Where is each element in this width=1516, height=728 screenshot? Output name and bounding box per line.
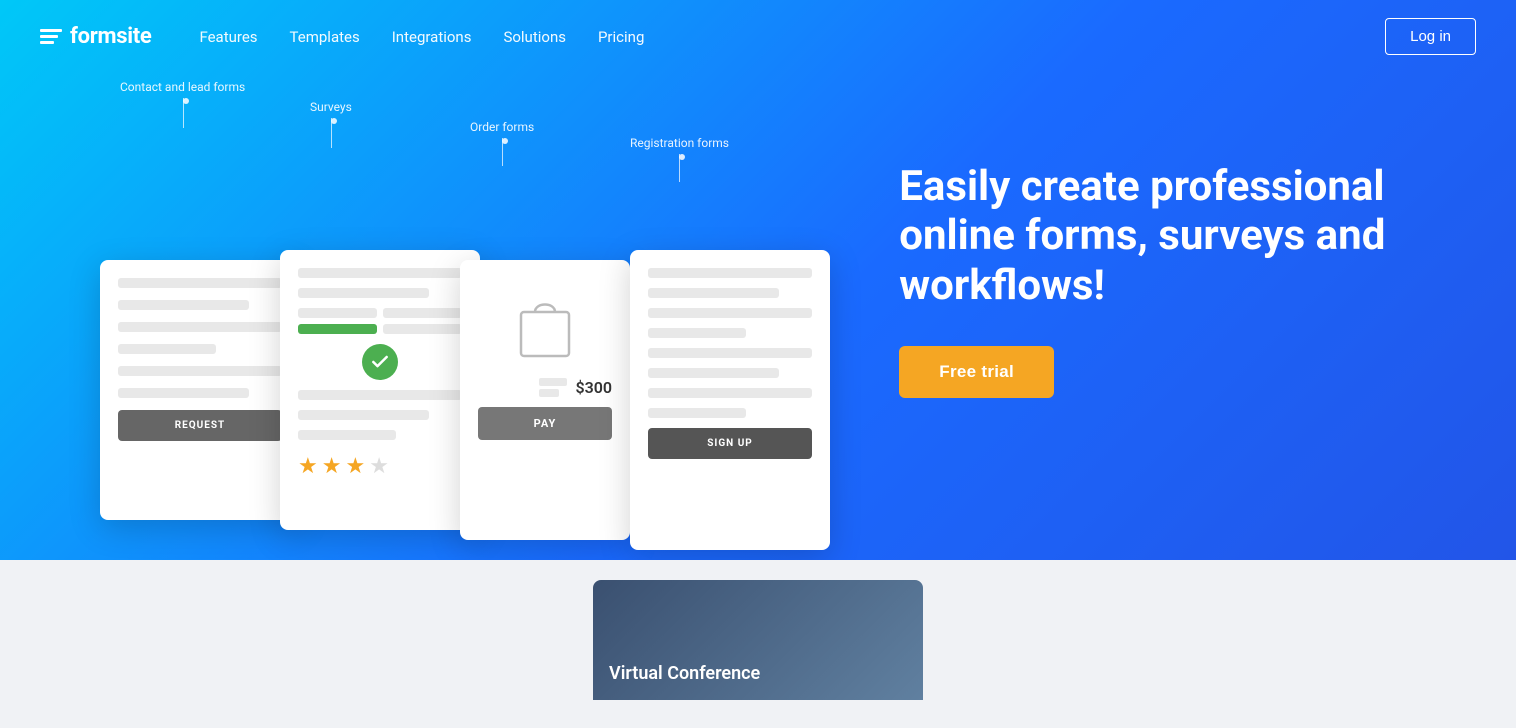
star-4: ★: [369, 454, 389, 479]
card-contact: REQUEST: [100, 260, 300, 520]
label-contact: Contact and lead forms: [120, 80, 245, 100]
forms-container: Contact and lead forms Surveys Order for…: [40, 80, 860, 560]
bag-icon: [510, 286, 580, 366]
conference-card: Virtual Conference: [593, 580, 923, 700]
label-surveys: Surveys: [310, 100, 352, 120]
check-icon: [362, 344, 398, 380]
hero-forms: Contact and lead forms Surveys Order for…: [0, 0, 879, 560]
form-field: [118, 278, 282, 288]
site-header: ​formsite Features Templates Integration…: [0, 0, 1516, 73]
form-field: [648, 368, 779, 378]
form-field: [118, 344, 216, 354]
form-field: [118, 388, 249, 398]
hero-headline: Easily create professional online forms,…: [899, 162, 1456, 311]
card-order: $300 PAY: [460, 260, 630, 540]
signup-button[interactable]: SIGN UP: [648, 428, 812, 459]
logo[interactable]: ​formsite: [40, 24, 151, 49]
card-surveys: ★ ★ ★ ★: [280, 250, 480, 530]
header-actions: Log in: [1385, 18, 1476, 55]
form-field: [298, 430, 396, 440]
form-field: [648, 268, 812, 278]
nav-features[interactable]: Features: [199, 28, 257, 46]
conference-title: Virtual Conference: [609, 663, 760, 684]
form-field: [118, 322, 282, 332]
star-3: ★: [345, 454, 365, 479]
pay-button[interactable]: PAY: [478, 407, 612, 440]
logo-text: ​formsite: [70, 24, 151, 49]
below-hero-section: Virtual Conference: [0, 560, 1516, 728]
logo-icon: [40, 29, 62, 44]
nav-templates[interactable]: Templates: [290, 28, 360, 46]
star-rating: ★ ★ ★ ★: [298, 454, 462, 479]
form-field: [648, 308, 812, 318]
nav-integrations[interactable]: Integrations: [392, 28, 472, 46]
hero-section: Contact and lead forms Surveys Order for…: [0, 0, 1516, 560]
price-row: $300: [478, 378, 612, 397]
form-field: [118, 300, 249, 310]
form-field: [648, 408, 746, 418]
nav-solutions[interactable]: Solutions: [503, 28, 566, 46]
label-order: Order forms: [470, 120, 534, 140]
login-button[interactable]: Log in: [1385, 18, 1476, 55]
form-field: [648, 328, 746, 338]
star-2: ★: [322, 454, 342, 479]
nav-pricing[interactable]: Pricing: [598, 28, 644, 46]
form-field: [298, 390, 462, 400]
form-field: [648, 288, 779, 298]
conference-card-bg: Virtual Conference: [593, 580, 923, 700]
form-field: [298, 288, 429, 298]
label-registration: Registration forms: [630, 136, 729, 156]
hero-content: Easily create professional online forms,…: [879, 162, 1516, 399]
free-trial-button[interactable]: Free trial: [899, 346, 1054, 398]
order-price: $300: [575, 378, 612, 397]
form-field: [648, 348, 812, 358]
survey-grid: [298, 308, 462, 334]
main-nav: Features Templates Integrations Solution…: [199, 28, 1385, 46]
form-field: [648, 388, 812, 398]
request-button[interactable]: REQUEST: [118, 410, 282, 441]
card-registration: SIGN UP: [630, 250, 830, 550]
star-1: ★: [298, 454, 318, 479]
form-field: [298, 410, 429, 420]
form-field: [298, 268, 462, 278]
form-field: [118, 366, 282, 376]
